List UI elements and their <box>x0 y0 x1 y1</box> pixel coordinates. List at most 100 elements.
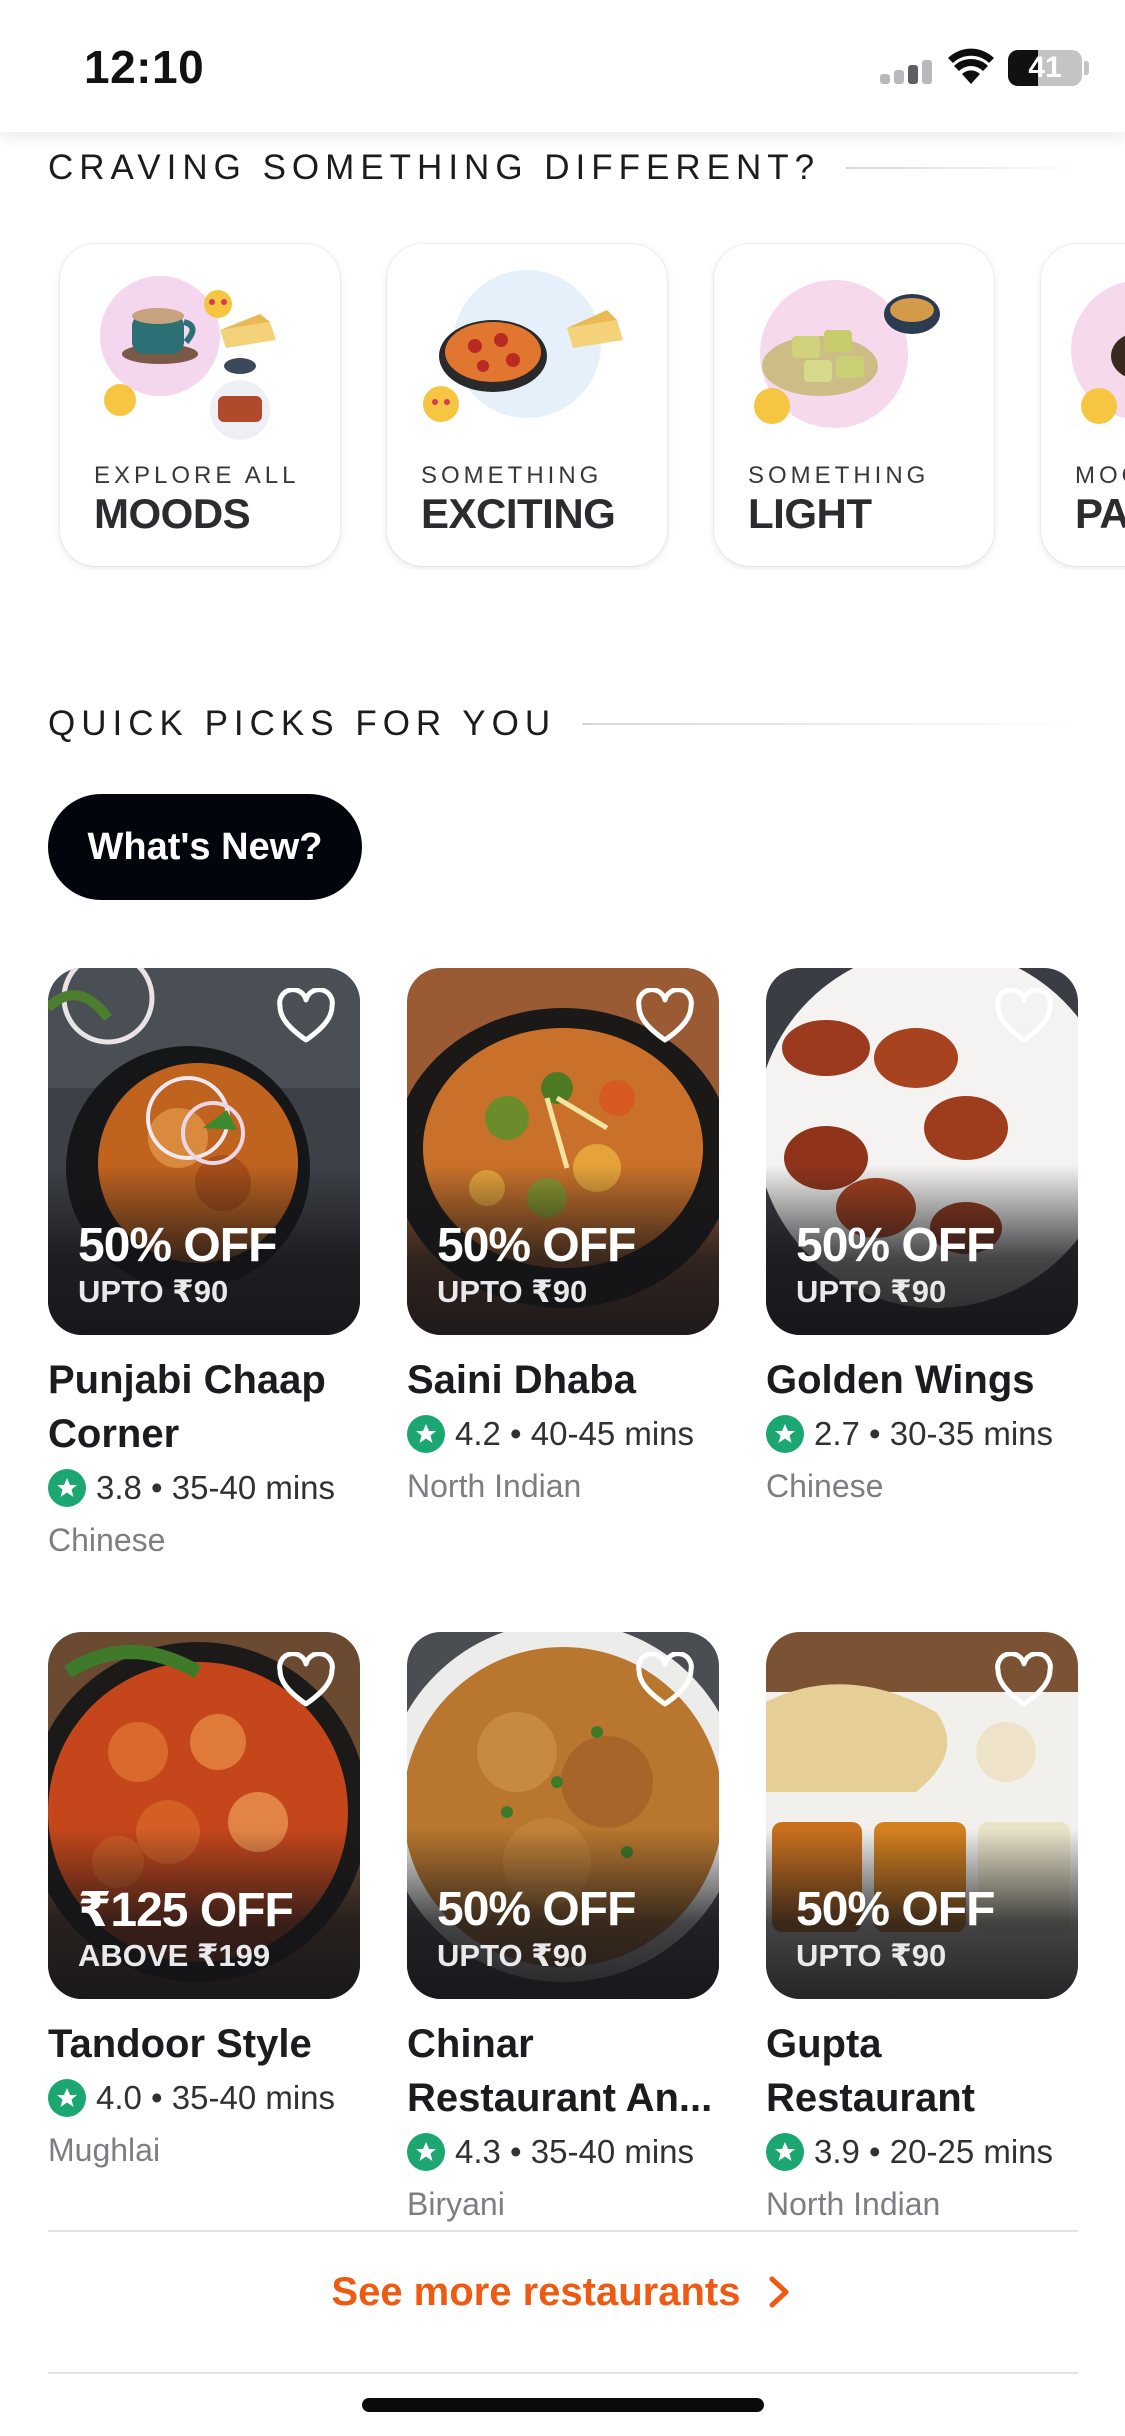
mood-card-light[interactable]: SOMETHING LIGHT <box>714 244 994 566</box>
offer-label: 50% OFF <box>796 1219 995 1272</box>
restaurant-name: Chinar Restaurant An... <box>407 2022 713 2120</box>
heart-icon[interactable] <box>635 988 695 1044</box>
offer-label: 50% OFF <box>796 1883 995 1936</box>
see-more-restaurants-link[interactable]: See more restaurants <box>0 2270 1125 2315</box>
delivery-time: 35-40 mins <box>171 1469 336 1506</box>
mood-small-label: SOMETHING <box>748 462 930 489</box>
delivery-time: 30-35 mins <box>889 1415 1054 1452</box>
craving-section-heading: CRAVING SOMETHING DIFFERENT? <box>48 148 1078 188</box>
signal-icon <box>880 58 936 84</box>
offer-sublabel: UPTO ₹90 <box>437 1274 588 1309</box>
delivery-time: 35-40 mins <box>171 2079 336 2116</box>
heading-divider <box>846 167 1078 169</box>
battery-tip <box>1084 61 1089 75</box>
mood-big-label: MOODS <box>94 490 251 537</box>
mood-carousel[interactable]: EXPLORE ALL MOODS SOMETHING EXCITING SOM… <box>0 240 1125 570</box>
whats-new-filter-button[interactable]: What's New? <box>48 794 362 900</box>
cuisine-label: Mughlai <box>48 2132 161 2168</box>
craving-heading-label: CRAVING SOMETHING DIFFERENT? <box>48 148 821 187</box>
mood-small-label: EXPLORE ALL <box>94 462 300 489</box>
offer-label: 50% OFF <box>78 1219 277 1272</box>
meta-separator: • <box>859 2133 890 2170</box>
offer-sublabel: UPTO ₹90 <box>796 1274 947 1309</box>
offer-sublabel: UPTO ₹90 <box>78 1274 229 1309</box>
restaurant-meta: 2.7 • 30-35 mins <box>766 1409 1078 1459</box>
heading-divider <box>582 723 1078 725</box>
rating-value: 3.9 <box>814 2133 860 2170</box>
restaurant-card[interactable]: 50% OFF UPTO ₹90 Saini Dhaba 4.2 • 40-45… <box>407 968 719 1511</box>
rating-value: 2.7 <box>814 1415 860 1452</box>
wifi-icon <box>948 48 994 84</box>
heart-icon[interactable] <box>635 1652 695 1708</box>
offer-sublabel: UPTO ₹90 <box>437 1938 588 1973</box>
cuisine-label: Chinese <box>48 1522 166 1558</box>
cuisine-label: Chinese <box>766 1468 884 1504</box>
rating-value: 4.0 <box>96 2079 142 2116</box>
meta-separator: • <box>500 2133 531 2170</box>
mood-card-exciting[interactable]: SOMETHING EXCITING <box>387 244 667 566</box>
status-bar: 12:10 41 <box>0 0 1125 132</box>
offer-label: ₹125 OFF <box>78 1884 294 1937</box>
restaurant-name: Gupta Restaurant <box>766 2022 975 2120</box>
heart-icon[interactable] <box>994 1652 1054 1708</box>
divider-top <box>48 2230 1078 2232</box>
heart-icon[interactable] <box>276 1652 336 1708</box>
restaurant-card[interactable]: 50% OFF UPTO ₹90 Gupta Restaurant 3.9 • … <box>766 1632 1078 2229</box>
mood-illustration <box>754 280 940 428</box>
cuisine-label: North Indian <box>766 2186 941 2222</box>
delivery-time: 40-45 mins <box>530 1415 695 1452</box>
cuisine-label: Biryani <box>407 2186 505 2222</box>
status-time: 12:10 <box>84 41 205 93</box>
star-icon <box>407 1415 445 1453</box>
restaurant-name: Golden Wings <box>766 1358 1035 1402</box>
quick-picks-heading-label: QUICK PICKS FOR YOU <box>48 704 557 743</box>
restaurant-card[interactable]: 50% OFF UPTO ₹90 Chinar Restaurant An...… <box>407 1632 719 2229</box>
battery-percent: 41 <box>1028 51 1062 84</box>
offer-sublabel: UPTO ₹90 <box>796 1938 947 1973</box>
restaurant-photo: 50% OFF UPTO ₹90 <box>407 968 719 1335</box>
mood-big-label: EXCITING <box>421 490 616 537</box>
star-icon <box>766 1415 804 1453</box>
restaurant-name: Saini Dhaba <box>407 1358 636 1402</box>
restaurant-card[interactable]: 50% OFF UPTO ₹90 Golden Wings 2.7 • 30-3… <box>766 968 1078 1511</box>
rating-value: 4.3 <box>455 2133 501 2170</box>
restaurant-photo: 50% OFF UPTO ₹90 <box>766 1632 1078 1999</box>
see-more-label: See more restaurants <box>331 2270 741 2314</box>
star-icon <box>407 2133 445 2171</box>
meta-separator: • <box>141 1469 172 1506</box>
offer-label: 50% OFF <box>437 1219 636 1272</box>
restaurant-photo: 50% OFF UPTO ₹90 <box>48 968 360 1335</box>
home-indicator <box>362 2398 764 2412</box>
restaurant-name: Punjabi Chaap Corner <box>48 1358 326 1456</box>
mood-big-label: LIGHT <box>748 490 872 537</box>
heart-icon[interactable] <box>276 988 336 1044</box>
delivery-time: 35-40 mins <box>530 2133 695 2170</box>
rating-value: 3.8 <box>96 1469 142 1506</box>
divider-bottom <box>48 2372 1078 2374</box>
meta-separator: • <box>141 2079 172 2116</box>
battery-icon: 41 <box>1008 50 1082 86</box>
star-icon <box>766 2133 804 2171</box>
restaurant-photo: 50% OFF UPTO ₹90 <box>766 968 1078 1335</box>
offer-sublabel: ABOVE ₹199 <box>78 1938 271 1973</box>
chevron-right-icon <box>769 2276 789 2308</box>
heart-icon[interactable] <box>994 988 1054 1044</box>
mood-illustration <box>1071 281 1125 424</box>
restaurant-meta: 4.0 • 35-40 mins <box>48 2073 360 2123</box>
restaurant-meta: 4.2 • 40-45 mins <box>407 1409 719 1459</box>
mood-card-partial[interactable]: MOO PA <box>1041 244 1125 566</box>
mood-illustration <box>100 276 276 440</box>
restaurant-name: Tandoor Style <box>48 2022 312 2066</box>
mood-card-explore-all[interactable]: EXPLORE ALL MOODS <box>60 244 340 566</box>
restaurant-card[interactable]: ₹125 OFF ABOVE ₹199 Tandoor Style 4.0 • … <box>48 1632 360 2175</box>
restaurant-meta: 3.8 • 35-40 mins <box>48 1463 360 1513</box>
star-icon <box>48 2079 86 2117</box>
rating-value: 4.2 <box>455 1415 501 1452</box>
star-icon <box>48 1469 86 1507</box>
cuisine-label: North Indian <box>407 1468 582 1504</box>
offer-label: 50% OFF <box>437 1883 636 1936</box>
restaurant-card[interactable]: 50% OFF UPTO ₹90 Punjabi Chaap Corner 3.… <box>48 968 360 1565</box>
restaurant-photo: 50% OFF UPTO ₹90 <box>407 1632 719 1999</box>
restaurant-meta: 4.3 • 35-40 mins <box>407 2127 719 2177</box>
restaurant-meta: 3.9 • 20-25 mins <box>766 2127 1078 2177</box>
